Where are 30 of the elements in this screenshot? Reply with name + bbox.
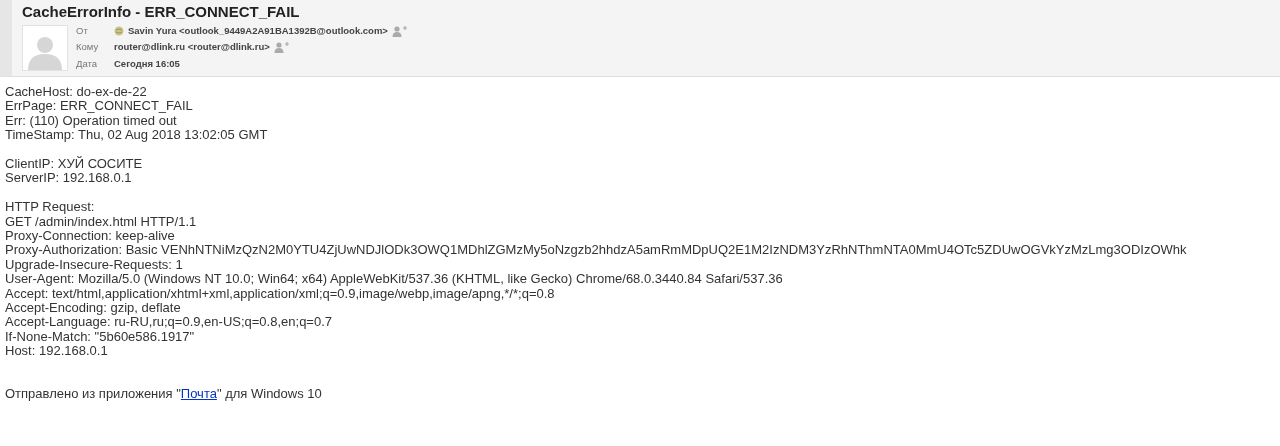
body-text-line: If-None-Match: "5b60e586.1917" [5,329,195,345]
body-text-line: Accept-Language: ru-RU,ru;q=0.9,en-US;q=0.8,en;q=0.7 [5,315,334,330]
date-value: Сегодня 16:05 [114,56,180,71]
signature-text: Отправлено из приложения "Почта" для Windows 10 [5,386,323,402]
body-text-line: Err: (110) Operation timed out [5,113,177,129]
contact-address[interactable]: Savin Yura <outlook_9449A2A91BA1392B@outlook.com> [128,24,388,39]
field-label: Кому [76,40,100,55]
add-contact-icon[interactable] [391,25,407,37]
body-text-line: CacheHost: do-ex-de-22 [5,85,148,100]
field-label: От [76,24,89,38]
body-text-line: HTTP Request: [5,200,96,215]
avatar-icon [22,25,68,71]
body-text-line: Accept-Encoding: gzip, deflate [5,301,181,316]
add-contact-icon[interactable] [273,42,289,53]
app-link[interactable]: Почта [180,385,217,401]
body-text-line: Upgrade-Insecure-Requests: 1 [5,257,183,273]
field-label: Дата [76,56,99,71]
body-text-line: Host: 192.168.0.1 [5,344,109,359]
body-text-line: Accept: text/html,application/xhtml+xml,application/xml;q=0.9,image/webp,image/apng,*/*;q=0.8 [5,286,555,302]
globe-icon [114,26,124,37]
contact-address[interactable]: router@dlink.ru <router@dlink.ru> [114,40,270,55]
body-text-line: Proxy-Authorization: Basic VENhNTNiMzQzN2M0YTU4ZjUwNDJlODk3OWQ1MDhlZGMzMy5oNzgzb2hhdzA5amRmMDpUQ2E1M2IzNDM3YzRhNThmNTA0MmU4OTc5ZDUwOGVkYzMzLmg3ODIzOWhk [5,243,1188,258]
body-text-line: ServerIP: 192.168.0.1 [5,171,133,186]
message-subject: CacheErrorInfo - ERR_CONNECT_FAIL [22,3,301,21]
body-text-line: TimeStamp: Thu, 02 Aug 2018 13:02:05 GMT [5,128,269,143]
body-text-line: User-Agent: Mozilla/5.0 (Windows NT 10.0; Win64; x64) AppleWebKit/537.36 (KHTML, like Gecko) Chrome/68.0.3440.84 Safari/537.36 [5,272,784,287]
body-text-line: ClientIP: ХУЙ СОСИТЕ [5,157,144,172]
body-text-line: GET /admin/index.html HTTP/1.1 [5,214,198,230]
body-text-line: Proxy-Connection: keep-alive [5,229,176,244]
body-text-line: ErrPage: ERR_CONNECT_FAIL [5,99,194,114]
